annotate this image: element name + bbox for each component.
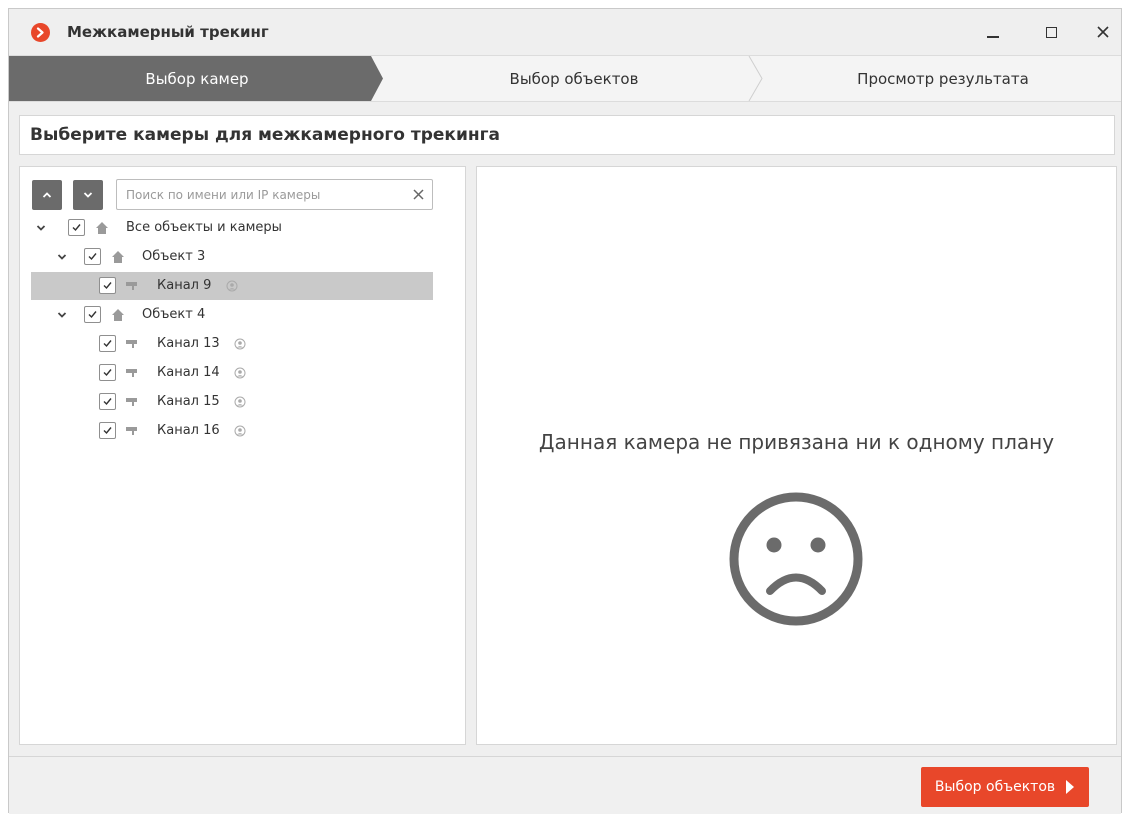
tree-node-camera[interactable]: Канал 13 (20, 330, 465, 358)
tree-checkbox[interactable] (99, 335, 116, 352)
step-object-selection[interactable]: Выбор объектов (385, 56, 763, 101)
wizard-steps: Выбор камер Выбор объектов Просмотр резу… (9, 55, 1121, 102)
tree-node-camera[interactable]: Канал 15 (20, 388, 465, 416)
camera-icon (126, 340, 137, 348)
minimize-icon (987, 36, 999, 38)
face-recognition-icon (234, 425, 246, 437)
check-icon (103, 369, 112, 377)
chevron-down-icon[interactable] (56, 309, 68, 321)
expand-all-button[interactable] (73, 180, 103, 210)
tree-node-label: Канал 13 (157, 336, 220, 351)
tree-checkbox[interactable] (99, 277, 116, 294)
camera-search (116, 179, 433, 210)
tree-node-camera[interactable]: Канал 16 (20, 417, 465, 445)
face-recognition-icon (226, 280, 238, 292)
check-icon (72, 224, 81, 232)
close-button[interactable] (1087, 17, 1119, 47)
maximize-button[interactable] (1035, 17, 1067, 47)
tracking-window: Межкамерный трекинг Выбор камер Выбор об… (8, 8, 1122, 814)
tree-node-label: Канал 14 (157, 365, 220, 380)
check-icon (103, 282, 112, 290)
tree-node-label: Все объекты и камеры (126, 220, 282, 235)
minimize-button[interactable] (977, 17, 1009, 47)
tree-node-label: Объект 3 (142, 249, 206, 264)
tree-checkbox[interactable] (68, 219, 85, 236)
check-icon (88, 253, 97, 261)
face-recognition-icon (234, 338, 246, 350)
collapse-all-button[interactable] (32, 180, 62, 210)
window-title: Межкамерный трекинг (67, 23, 269, 41)
step-camera-selection[interactable]: Выбор камер (9, 56, 385, 101)
chevron-down-icon[interactable] (56, 251, 68, 263)
tree-checkbox[interactable] (99, 393, 116, 410)
camera-icon (126, 398, 137, 406)
tree-node-camera[interactable]: Канал 14 (20, 359, 465, 387)
footer: Выбор объектов (9, 756, 1121, 814)
step-label: Выбор камер (145, 69, 249, 88)
camera-icon (126, 282, 137, 290)
tree-checkbox[interactable] (84, 248, 101, 265)
next-step-label: Выбор объектов (934, 779, 1056, 795)
tree-node-label: Канал 15 (157, 394, 220, 409)
step-label: Просмотр результата (857, 69, 1029, 88)
check-icon (103, 398, 112, 406)
check-icon (103, 340, 112, 348)
sad-face-icon (729, 492, 863, 626)
house-icon (96, 222, 108, 234)
arrow-right-icon (1066, 780, 1075, 794)
tree-checkbox[interactable] (99, 364, 116, 381)
camera-icon (126, 369, 137, 377)
tree-node-camera[interactable]: Канал 9 (31, 272, 433, 300)
tree-node-all[interactable]: Все объекты и камеры (20, 214, 465, 242)
tree-node-site[interactable]: Объект 3 (20, 243, 465, 271)
tree-checkbox[interactable] (84, 306, 101, 323)
check-icon (88, 311, 97, 319)
map-preview-panel: Данная камера не привязана ни к одному п… (476, 166, 1117, 745)
camera-tree-panel: Все объекты и камеры Объект 3 Канал 9 Об… (19, 166, 466, 745)
tree-node-label: Канал 9 (157, 278, 212, 293)
chevron-down-icon[interactable] (35, 222, 47, 234)
house-icon (112, 251, 124, 263)
no-plan-message: Данная камера не привязана ни к одному п… (538, 430, 1055, 454)
page-heading: Выберите камеры для межкамерного трекинг… (30, 125, 500, 145)
step-label: Выбор объектов (509, 69, 639, 88)
app-logo-icon (31, 23, 50, 42)
clear-search-icon[interactable] (411, 187, 426, 202)
tree-node-label: Объект 4 (142, 307, 206, 322)
close-icon (1097, 26, 1109, 38)
maximize-icon (1045, 26, 1057, 38)
step-view-result[interactable]: Просмотр результата (763, 56, 1123, 101)
chevron-up-icon (42, 192, 52, 198)
tree-checkbox[interactable] (99, 422, 116, 439)
heading-box: Выберите камеры для межкамерного трекинг… (19, 115, 1115, 155)
check-icon (103, 427, 112, 435)
house-icon (112, 309, 124, 321)
face-recognition-icon (234, 396, 246, 408)
tree-node-label: Канал 16 (157, 423, 220, 438)
camera-icon (126, 427, 137, 435)
chevron-down-icon (83, 192, 93, 198)
search-input[interactable] (117, 180, 402, 209)
tree-node-site[interactable]: Объект 4 (20, 301, 465, 329)
title-bar: Межкамерный трекинг (9, 9, 1121, 55)
next-step-button[interactable]: Выбор объектов (921, 767, 1089, 807)
face-recognition-icon (234, 367, 246, 379)
